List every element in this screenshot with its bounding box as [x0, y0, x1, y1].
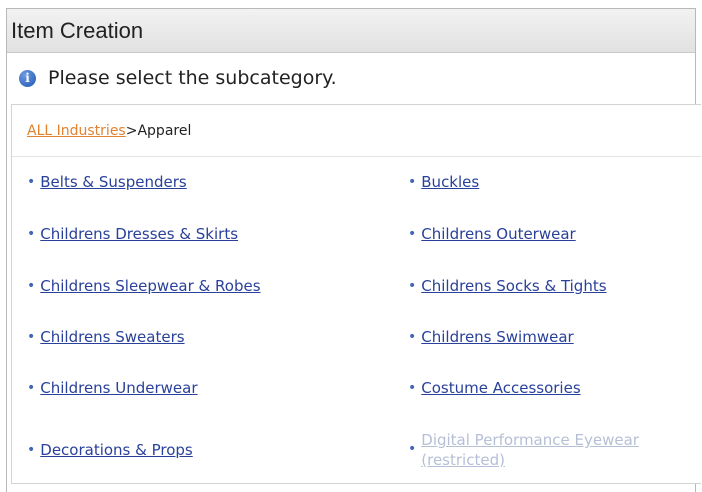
- subcategory-link-decorations-props[interactable]: Decorations & Props: [40, 440, 192, 460]
- subcategory-link-costume-accessories[interactable]: Costume Accessories: [421, 378, 580, 398]
- list-item: • Belts & Suspenders: [27, 172, 187, 192]
- subcategory-link-digital-performance-eyewear-restricted: Digital Performance Eyewear (restricted): [421, 431, 639, 469]
- subcategory-link-childrens-dresses-skirts[interactable]: Childrens Dresses & Skirts: [40, 224, 238, 244]
- list-item: • Costume Accessories: [408, 378, 581, 398]
- list-item: • Buckles: [408, 172, 480, 192]
- breadcrumb-separator: >: [125, 122, 138, 139]
- breadcrumb-all-industries-link[interactable]: ALL Industries: [27, 123, 126, 139]
- breadcrumb-current: Apparel: [137, 122, 192, 139]
- subcategory-link-belts-suspenders[interactable]: Belts & Suspenders: [40, 172, 186, 192]
- info-notice: i Please select the subcategory.: [7, 53, 695, 103]
- list-item: • Childrens Socks & Tights: [408, 276, 607, 296]
- subcategory-link-childrens-sweaters[interactable]: Childrens Sweaters: [40, 327, 184, 347]
- subcategory-link-childrens-sleepwear-robes[interactable]: Childrens Sleepwear & Robes: [40, 276, 260, 296]
- notice-text: Please select the subcategory.: [48, 67, 337, 89]
- list-item: • Childrens Sleepwear & Robes: [27, 276, 261, 296]
- subcategory-link-childrens-outerwear[interactable]: Childrens Outerwear: [421, 224, 575, 244]
- list-item: • Childrens Outerwear: [408, 224, 576, 244]
- subcategory-panel: ALL Industries > Apparel • Belts & Suspe…: [11, 104, 701, 484]
- list-item: • Childrens Dresses & Skirts: [27, 224, 239, 244]
- list-item: • Digital Performance Eyewear (restricte…: [408, 431, 639, 469]
- list-item: • Childrens Underwear: [27, 378, 198, 398]
- window-title-bar: Item Creation: [7, 9, 695, 53]
- list-item: • Childrens Swimwear: [408, 327, 574, 347]
- subcategory-link-childrens-swimwear[interactable]: Childrens Swimwear: [421, 327, 573, 347]
- subcategory-link-childrens-underwear[interactable]: Childrens Underwear: [40, 378, 197, 398]
- subcategory-link-buckles[interactable]: Buckles: [421, 172, 479, 192]
- list-item: • Childrens Sweaters: [27, 327, 185, 347]
- info-icon: i: [19, 69, 36, 87]
- breadcrumb: ALL Industries > Apparel: [12, 105, 701, 157]
- list-item: • Decorations & Props: [27, 440, 193, 460]
- window-title: Item Creation: [11, 17, 144, 43]
- subcategory-link-childrens-socks-tights[interactable]: Childrens Socks & Tights: [421, 276, 606, 296]
